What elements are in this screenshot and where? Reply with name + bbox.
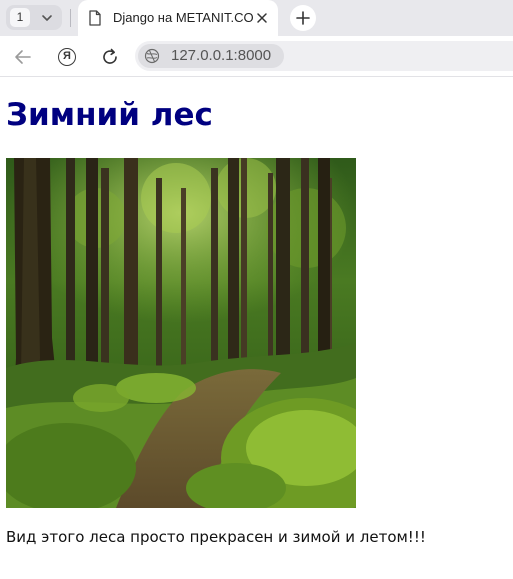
site-info-icon[interactable]: [144, 48, 160, 64]
tab-divider: [70, 9, 71, 27]
document-icon: [89, 10, 101, 26]
back-button[interactable]: [12, 46, 34, 68]
reload-button[interactable]: [99, 46, 121, 68]
reload-icon: [103, 48, 117, 64]
chevron-down-icon: [42, 15, 52, 21]
page-text: Вид этого леса просто прекрасен и зимой …: [6, 528, 426, 546]
tab-list-button[interactable]: 1: [6, 5, 62, 30]
yandex-button[interactable]: Я: [56, 46, 78, 68]
browser-toolbar: Я 127.0.0.1:8000: [0, 36, 513, 77]
address-bar[interactable]: 127.0.0.1:8000: [135, 41, 513, 71]
tab-strip: 1 Django на METANIT.COM: [0, 0, 513, 36]
yandex-logo-icon: Я: [58, 48, 76, 66]
page-content: Зимний лес Вид этого леса просто прекрас…: [0, 77, 513, 579]
forest-photo: [6, 158, 356, 508]
page-heading: Зимний лес: [6, 97, 213, 133]
tab-title: Django на METANIT.COM: [113, 10, 253, 25]
tab-active[interactable]: Django на METANIT.COM: [78, 0, 278, 36]
address-chip[interactable]: 127.0.0.1:8000: [138, 44, 284, 68]
close-icon[interactable]: [254, 10, 270, 26]
address-text: 127.0.0.1:8000: [171, 47, 272, 64]
forest-image: [6, 158, 356, 508]
plus-icon: [296, 11, 310, 25]
tab-count-badge: 1: [10, 8, 30, 27]
new-tab-button[interactable]: [290, 5, 316, 31]
arrow-left-icon: [15, 50, 31, 64]
